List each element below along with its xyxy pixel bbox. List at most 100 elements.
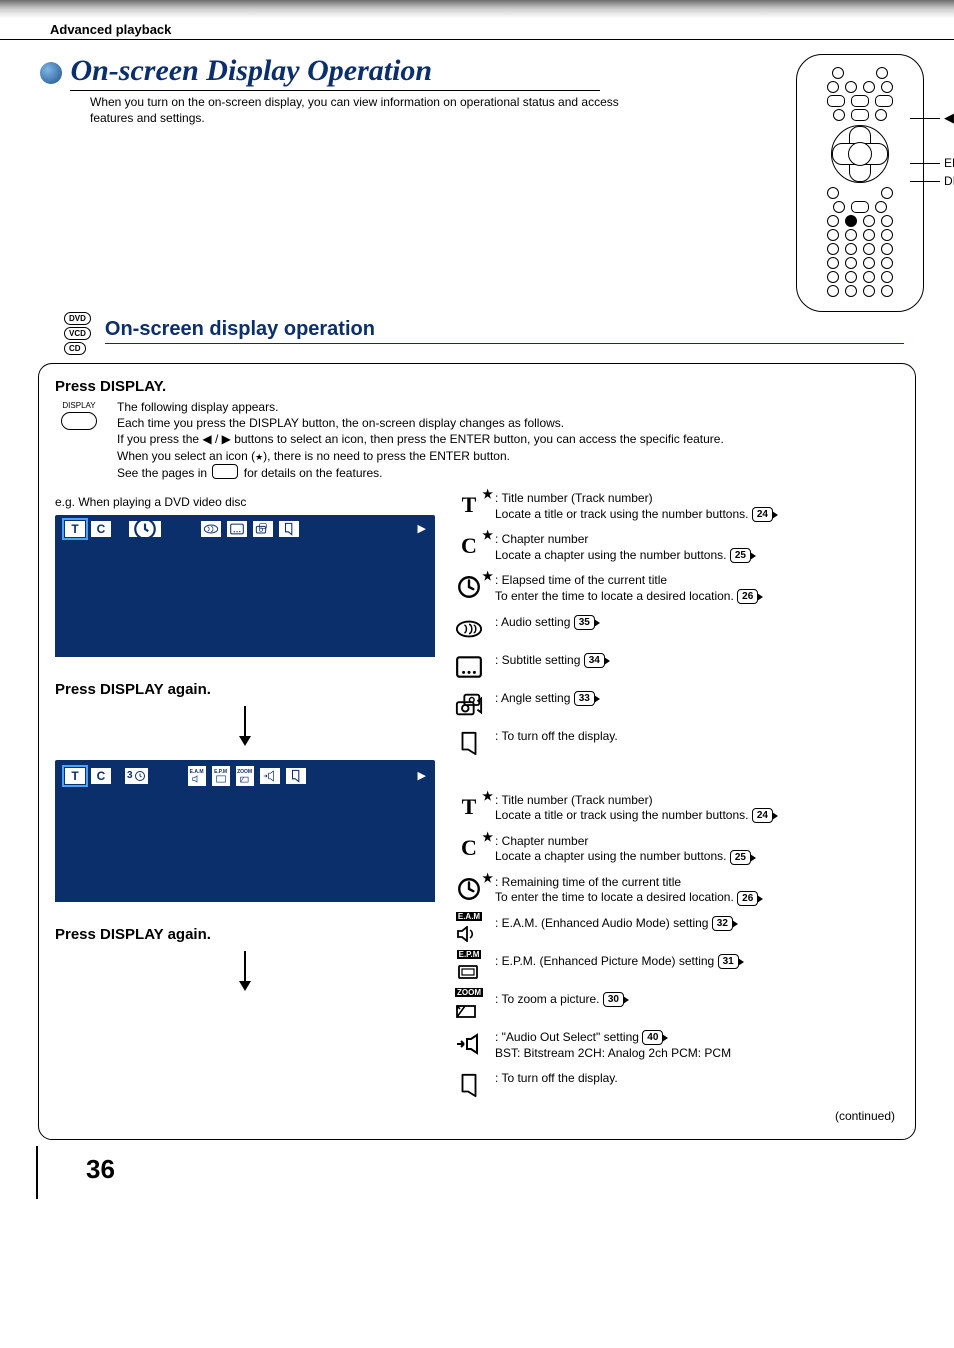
osd-subtitle-icon bbox=[226, 520, 248, 538]
legend-item: : Audio setting 35 bbox=[453, 615, 899, 643]
legend-item: C★ : Chapter numberLocate a chapter using… bbox=[453, 532, 899, 563]
osd-screen-2: T C 3 E.A.M E.P.M ZOOM ▶ bbox=[55, 760, 435, 902]
step-press-display: Press DISPLAY. bbox=[55, 378, 899, 395]
star-marker: ★ bbox=[482, 830, 493, 844]
legend-item: : Subtitle setting 34 bbox=[453, 653, 899, 681]
page-ref: 33 bbox=[574, 691, 595, 706]
legend-text: : Chapter numberLocate a chapter using t… bbox=[495, 834, 751, 865]
legend-text: : Subtitle setting 34 bbox=[495, 653, 605, 669]
audio-icon bbox=[453, 615, 485, 643]
legend-item: C★ : Chapter numberLocate a chapter using… bbox=[453, 834, 899, 865]
page-ref-icon bbox=[212, 464, 238, 479]
legend-text: : "Audio Out Select" setting 40BST: Bits… bbox=[495, 1030, 731, 1061]
page-ref: 40 bbox=[642, 1030, 663, 1045]
legend-text: : To zoom a picture. 30 bbox=[495, 992, 624, 1008]
star-marker: ★ bbox=[482, 789, 493, 803]
legend-text: : E.P.M. (Enhanced Picture Mode) setting… bbox=[495, 954, 739, 970]
press-display-again-2: Press DISPLAY again. bbox=[55, 926, 435, 943]
T-icon: T★ bbox=[453, 793, 485, 821]
page-ref: 31 bbox=[718, 954, 739, 969]
star-marker: ★ bbox=[482, 871, 493, 885]
legend-text: : Title number (Track number)Locate a ti… bbox=[495, 793, 773, 824]
osd-off-icon bbox=[278, 520, 300, 538]
page-title: On-screen Display Operation bbox=[70, 54, 600, 91]
disc-badges: DVD VCD CD bbox=[64, 312, 91, 355]
C-icon: C★ bbox=[453, 834, 485, 862]
continued-label: (continued) bbox=[453, 1109, 899, 1123]
legend-item: ZOOM : To zoom a picture. 30 bbox=[453, 992, 899, 1020]
section-header: Advanced playback bbox=[0, 18, 954, 40]
page-ref: 32 bbox=[712, 916, 733, 931]
page-ref: 24 bbox=[752, 808, 773, 823]
remote-label-arrows: ◀ / ▶ bbox=[944, 110, 954, 125]
zoom-icon: ZOOM bbox=[453, 992, 485, 1020]
legend-item: : To turn off the display. bbox=[453, 1071, 899, 1099]
remote-label-display: DISPLAY bbox=[944, 174, 954, 188]
press-display-again-1: Press DISPLAY again. bbox=[55, 681, 435, 698]
legend-text: : To turn off the display. bbox=[495, 729, 618, 745]
osd-audio-icon bbox=[200, 520, 222, 538]
legend-text: : Chapter numberLocate a chapter using t… bbox=[495, 532, 751, 563]
clock-icon: ★ bbox=[453, 573, 485, 601]
osd-title-icon: T bbox=[64, 520, 86, 538]
step-description: The following display appears. Each time… bbox=[117, 399, 899, 481]
C-icon: C★ bbox=[453, 532, 485, 560]
legend-item: : Angle setting 33 bbox=[453, 691, 899, 719]
down-arrow-icon bbox=[55, 706, 435, 752]
page-ref: 26 bbox=[737, 891, 758, 906]
page-number: 36 bbox=[36, 1146, 954, 1199]
aout-icon bbox=[453, 1030, 485, 1058]
eam-icon: E.A.M bbox=[453, 916, 485, 944]
subtitle-icon bbox=[453, 653, 485, 681]
page-ref: 26 bbox=[737, 589, 758, 604]
legend-item: ★ : Elapsed time of the current titleTo e… bbox=[453, 573, 899, 604]
page-ref: 34 bbox=[584, 653, 605, 668]
legend-text: : Audio setting 35 bbox=[495, 615, 595, 631]
legend-item: T★ : Title number (Track number)Locate a … bbox=[453, 491, 899, 522]
example-label: e.g. When playing a DVD video disc bbox=[55, 495, 435, 509]
legend-item: T★ : Title number (Track number)Locate a … bbox=[453, 793, 899, 824]
osd-clock-icon bbox=[128, 520, 162, 538]
legend-text: : E.A.M. (Enhanced Audio Mode) setting 3… bbox=[495, 916, 733, 932]
page-ref: 25 bbox=[730, 548, 751, 563]
legend-item: : To turn off the display. bbox=[453, 729, 899, 757]
legend-item: ★ : Remaining time of the current titleTo… bbox=[453, 875, 899, 906]
legend-text: : Remaining time of the current titleTo … bbox=[495, 875, 758, 906]
legend-text: : To turn off the display. bbox=[495, 1071, 618, 1087]
off-icon bbox=[453, 729, 485, 757]
remote-label-enter: ENTER bbox=[944, 156, 954, 170]
epm-icon: E.P.M bbox=[453, 954, 485, 982]
display-button-icon: DISPLAY bbox=[61, 401, 97, 481]
legend-item: E.P.M : E.P.M. (Enhanced Picture Mode) se… bbox=[453, 954, 899, 982]
down-arrow-icon bbox=[55, 951, 435, 997]
star-marker: ★ bbox=[482, 569, 493, 583]
legend-text: : Angle setting 33 bbox=[495, 691, 595, 707]
page-ref: 30 bbox=[603, 992, 624, 1007]
legend-text: : Title number (Track number)Locate a ti… bbox=[495, 491, 773, 522]
osd-play-icon: ▶ bbox=[418, 522, 426, 535]
off-icon bbox=[453, 1071, 485, 1099]
T-icon: T★ bbox=[453, 491, 485, 519]
page-ref: 35 bbox=[574, 615, 595, 630]
star-marker: ★ bbox=[482, 487, 493, 501]
top-gradient bbox=[0, 0, 954, 18]
page-ref: 25 bbox=[730, 850, 751, 865]
angle-icon bbox=[453, 691, 485, 719]
legend-item: : "Audio Out Select" setting 40BST: Bits… bbox=[453, 1030, 899, 1061]
osd-screen-1: T C bbox=[55, 515, 435, 657]
page-ref: 24 bbox=[752, 507, 773, 522]
intro-text: When you turn on the on-screen display, … bbox=[40, 91, 630, 126]
remote-diagram bbox=[796, 54, 924, 312]
clock-icon: ★ bbox=[453, 875, 485, 903]
legend-item: E.A.M : E.A.M. (Enhanced Audio Mode) sett… bbox=[453, 916, 899, 944]
osd-chapter-icon: C bbox=[90, 520, 112, 538]
legend-group-2: T★ : Title number (Track number)Locate a … bbox=[453, 793, 899, 1100]
sub-title: On-screen display operation bbox=[105, 318, 904, 344]
instruction-panel: Press DISPLAY. DISPLAY The following dis… bbox=[38, 363, 916, 1140]
osd-angle-icon bbox=[252, 520, 274, 538]
title-bullet-icon bbox=[40, 62, 62, 84]
legend-group-1: T★ : Title number (Track number)Locate a … bbox=[453, 491, 899, 757]
dpad-icon bbox=[831, 125, 889, 183]
legend-text: : Elapsed time of the current titleTo en… bbox=[495, 573, 758, 604]
star-marker: ★ bbox=[482, 528, 493, 542]
